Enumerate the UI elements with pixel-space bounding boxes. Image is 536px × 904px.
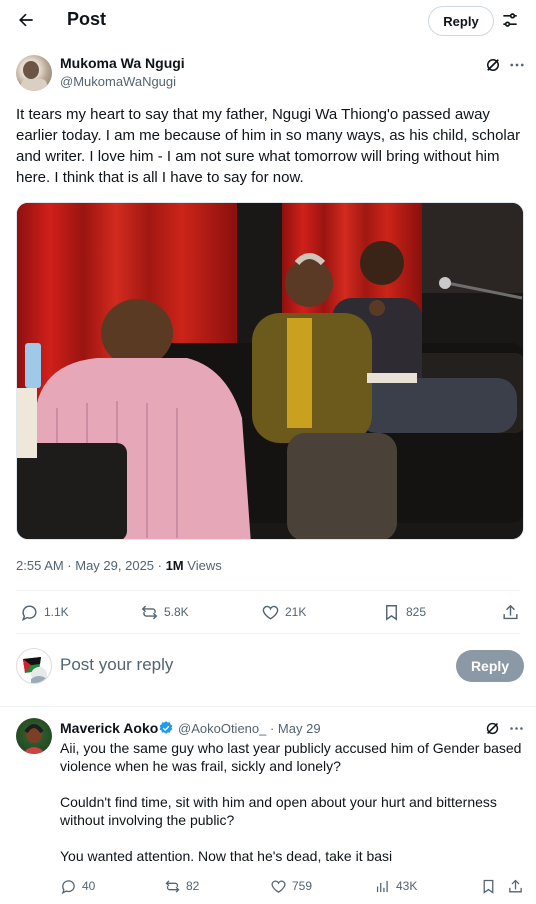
page-title: Post <box>67 9 107 29</box>
reply-author-avatar[interactable] <box>16 718 52 754</box>
reply-reply-action[interactable]: 40 <box>60 876 95 896</box>
like-count: 759 <box>292 879 313 893</box>
divider <box>16 633 520 634</box>
reply-share-action[interactable] <box>507 876 524 896</box>
reply-author-name[interactable]: Maverick Aoko <box>60 720 158 736</box>
grok-icon[interactable] <box>484 720 501 737</box>
share-action[interactable] <box>501 600 520 624</box>
reply-text-paragraph: You wanted attention. Now that he's dead… <box>60 848 393 864</box>
like-action[interactable]: 21K <box>261 600 306 624</box>
reply-count: 1.1K <box>44 605 69 619</box>
post-meta: 2:55 AM · May 29, 2025 · 1M Views <box>16 558 222 573</box>
more-options-icon[interactable] <box>508 56 526 74</box>
user-avatar[interactable] <box>16 648 52 684</box>
author-name[interactable]: Mukoma Wa Ngugi <box>60 55 185 71</box>
verified-badge-icon <box>158 720 174 736</box>
bookmark-action[interactable]: 825 <box>382 600 426 624</box>
repost-count: 5.8K <box>164 605 189 619</box>
reply-bookmark-action[interactable] <box>480 876 497 896</box>
reply-icon <box>61 879 75 894</box>
post-photo[interactable] <box>16 202 524 540</box>
sliders-icon[interactable] <box>500 10 520 30</box>
reply-author-handle[interactable]: @AokoOtieno_ · May 29 <box>178 721 321 736</box>
reply-repost-action[interactable]: 82 <box>164 876 199 896</box>
bookmark-count: 825 <box>406 605 427 619</box>
views-count: 1M <box>165 558 184 573</box>
reply-input[interactable]: Post your reply <box>60 655 173 675</box>
views-label: Views <box>187 558 222 573</box>
repost-icon <box>165 879 180 893</box>
bookmark-icon <box>483 879 494 894</box>
reply-like-action[interactable]: 759 <box>270 876 312 896</box>
author-avatar[interactable] <box>16 55 52 91</box>
repost-count: 82 <box>186 879 200 893</box>
heart-icon <box>271 880 286 893</box>
repost-action[interactable]: 5.8K <box>140 600 189 624</box>
reply-views-action[interactable]: 43K <box>374 876 417 896</box>
grok-icon[interactable] <box>484 56 502 74</box>
bookmark-icon <box>386 604 397 621</box>
reply-submit-button[interactable]: Reply <box>456 650 524 682</box>
reply-count: 40 <box>82 879 96 893</box>
repost-icon <box>141 605 158 619</box>
more-options-icon[interactable] <box>508 720 525 737</box>
post-timestamp[interactable]: 2:55 AM · May 29, 2025 · <box>16 558 166 573</box>
views-count: 43K <box>396 879 418 893</box>
author-handle[interactable]: @MukomaWaNgugi <box>60 74 176 89</box>
reply-button-top[interactable]: Reply <box>428 6 494 36</box>
back-arrow-icon[interactable] <box>14 8 38 32</box>
reply-action[interactable]: 1.1K <box>20 600 69 624</box>
top-bar: Post Reply <box>0 0 536 42</box>
divider <box>16 590 520 591</box>
analytics-icon <box>376 880 388 892</box>
share-icon <box>509 879 522 892</box>
reply-text-paragraph: Couldn't find time, sit with him and ope… <box>60 794 497 828</box>
post-text: It tears my heart to say that my father,… <box>16 106 521 186</box>
share-icon <box>503 604 518 619</box>
reply-icon <box>21 604 37 621</box>
heart-icon <box>262 605 279 620</box>
like-count: 21K <box>285 605 307 619</box>
reply-text-paragraph: Aii, you the same guy who last year publ… <box>60 740 522 774</box>
divider <box>0 706 536 707</box>
